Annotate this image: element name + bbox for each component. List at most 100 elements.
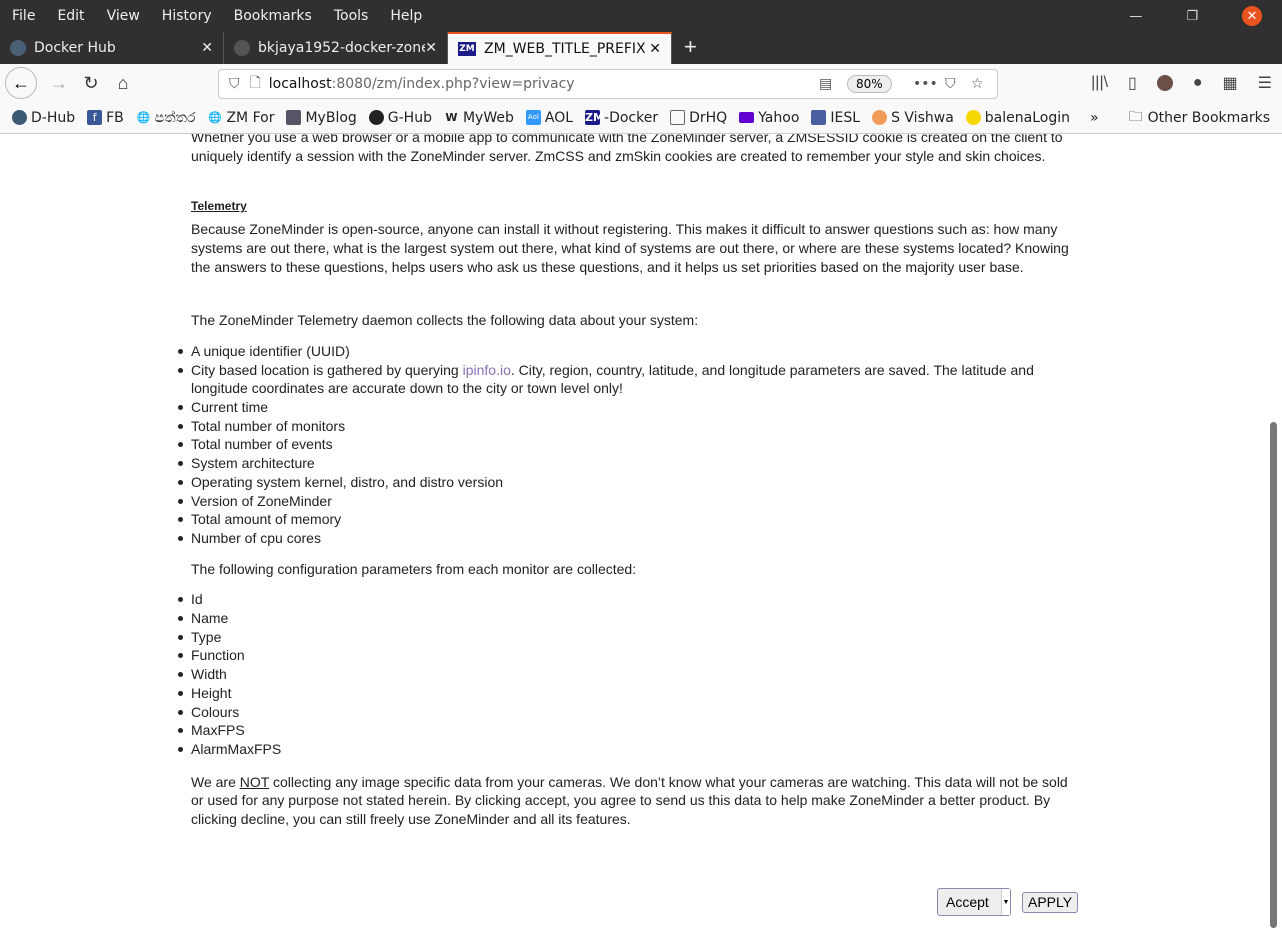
pocket-icon[interactable]: ⛉ xyxy=(945,76,956,92)
list-item: Width xyxy=(178,665,1081,684)
bookmark-myblog[interactable]: MyBlog xyxy=(286,110,357,126)
list-item: Current time xyxy=(178,398,1081,417)
url-bar[interactable]: ⛉ 🗋 localhost:8080/zm/index.php?view=pri… xyxy=(218,69,998,99)
bookmark-aol[interactable]: Aol AOL xyxy=(525,110,573,126)
hamburger-menu-icon[interactable]: ☰ xyxy=(1258,73,1272,93)
back-button[interactable]: ← xyxy=(5,67,37,99)
page-info-icon[interactable]: 🗋 xyxy=(250,72,261,96)
page-content: Whether you use a web browser or a mobil… xyxy=(0,134,1268,931)
bookmark-myweb[interactable]: W MyWeb xyxy=(444,110,513,126)
aol-icon: Aol xyxy=(525,110,541,125)
consent-form: Accept ▼ APPLY xyxy=(937,888,1079,916)
nav-toolbar: ← → ↻ ⌂ ⛉ 🗋 localhost:8080/zm/index.php?… xyxy=(0,64,1282,102)
list-item: Total amount of memory xyxy=(178,510,1081,529)
bookmark-docker[interactable]: ZM -Docker xyxy=(585,110,658,126)
restore-button[interactable]: ❐ xyxy=(1186,9,1198,24)
close-window-button[interactable]: ✕ xyxy=(1242,6,1262,26)
bookmark-yahoo[interactable]: Yahoo xyxy=(739,110,799,126)
github-icon xyxy=(368,110,384,125)
ipinfo-link[interactable]: ipinfo.io xyxy=(463,362,511,378)
list-item: System architecture xyxy=(178,454,1081,473)
list-item: AlarmMaxFPS xyxy=(178,740,1081,759)
bookmark-balenalogin[interactable]: balenaLogin xyxy=(965,110,1070,126)
list-item: Total number of monitors xyxy=(178,417,1081,436)
list-item: City based location is gathered by query… xyxy=(178,361,1081,398)
menu-view[interactable]: View xyxy=(107,8,140,24)
telemetry-paragraph: Because ZoneMinder is open-source, anyon… xyxy=(191,221,1069,275)
menu-history[interactable]: History xyxy=(162,8,212,24)
iesl-icon xyxy=(811,110,827,125)
consent-select[interactable]: Accept ▼ xyxy=(937,888,1011,916)
minimize-button[interactable]: — xyxy=(1129,9,1142,24)
list-item: Function xyxy=(178,646,1081,665)
library-icon[interactable]: |||\ xyxy=(1091,74,1108,92)
reload-button[interactable]: ↻ xyxy=(75,73,107,94)
balena-icon xyxy=(965,110,981,125)
bookmark-d-hub[interactable]: D-Hub xyxy=(12,110,75,126)
list-item: A unique identifier (UUID) xyxy=(178,342,1081,361)
list-item: Name xyxy=(178,609,1081,628)
tab-zoneminder[interactable]: ZMZM_WEB_TITLE_PREFIX - Privacy✕ xyxy=(448,32,672,64)
menu-bookmarks[interactable]: Bookmarks xyxy=(234,8,312,24)
monitor-paragraph: The following configuration parameters f… xyxy=(191,560,637,577)
list-item: Type xyxy=(178,628,1081,647)
close-tab-icon[interactable]: ✕ xyxy=(201,40,213,56)
globe-icon: 🌐 xyxy=(136,111,151,124)
bookmark-drhq[interactable]: DrHQ xyxy=(670,110,727,126)
system-data-list: A unique identifier (UUID) City based lo… xyxy=(178,342,1081,548)
bookmark-s-vishwa[interactable]: S Vishwa xyxy=(872,110,954,126)
bookmark-paththara[interactable]: 🌐 පත්තර xyxy=(136,110,195,126)
chevron-more-icon[interactable]: » xyxy=(1090,110,1099,126)
new-tab-button[interactable]: + xyxy=(672,32,709,64)
daemon-paragraph: The ZoneMinder Telemetry daemon collects… xyxy=(191,312,699,329)
bookmark-iesl[interactable]: IESL xyxy=(811,110,860,126)
shield-icon[interactable]: ⛉ xyxy=(229,76,240,92)
menu-tools[interactable]: Tools xyxy=(334,8,369,24)
globe-icon: 🌐 xyxy=(208,111,222,124)
list-item: Version of ZoneMinder xyxy=(178,492,1081,511)
docker-icon xyxy=(12,110,27,125)
list-item: Number of cpu cores xyxy=(178,529,1081,548)
star-icon[interactable]: ☆ xyxy=(971,76,984,92)
docker-icon xyxy=(10,40,26,56)
list-item: Colours xyxy=(178,703,1081,722)
extension-icon[interactable]: ● xyxy=(1193,74,1203,92)
yahoo-mail-icon xyxy=(739,112,755,123)
home-button[interactable]: ⌂ xyxy=(107,73,139,94)
drhq-icon xyxy=(670,110,686,125)
bookmark-fb[interactable]: f FB xyxy=(87,110,124,126)
tab-docker-hub[interactable]: Docker Hub ✕ xyxy=(0,32,224,64)
zm-icon: ZM xyxy=(585,110,604,125)
tab-bar: Docker Hub✕ bkjaya1952-docker-zoneminder… xyxy=(0,32,1282,64)
disclaimer-paragraph: We are NOT collecting any image specific… xyxy=(191,773,1068,828)
list-item: Id xyxy=(178,590,1081,609)
account-avatar-icon[interactable] xyxy=(1156,75,1173,91)
sidebar-icon[interactable]: ▯ xyxy=(1128,73,1137,93)
facebook-icon: f xyxy=(87,110,103,125)
zm-icon: ZM xyxy=(458,42,476,56)
close-tab-icon[interactable]: ✕ xyxy=(425,40,437,56)
bookmark-zm-for[interactable]: 🌐 ZM For xyxy=(207,110,274,126)
bookmarks-bar: D-Hub f FB 🌐 පත්තර 🌐 ZM For MyBlog G-Hub WM… xyxy=(0,102,1282,134)
tab-github[interactable]: bkjaya1952-docker-zoneminder✕ xyxy=(224,32,448,64)
forward-button[interactable]: → xyxy=(43,73,75,94)
cookies-paragraph: Whether you use a web browser or a mobil… xyxy=(191,134,1063,164)
menu-help[interactable]: Help xyxy=(390,8,422,24)
reader-view-icon[interactable]: ▤ xyxy=(819,76,832,92)
menu-file[interactable]: File xyxy=(12,8,35,24)
other-bookmarks[interactable]: 🗀 Other Bookmarks xyxy=(1129,106,1270,130)
scrollbar-thumb[interactable] xyxy=(1270,422,1277,928)
whats-new-gift-icon[interactable]: ▦ xyxy=(1223,73,1238,93)
list-item: Total number of events xyxy=(178,435,1081,454)
menu-edit[interactable]: Edit xyxy=(57,8,84,24)
s-vishwa-icon xyxy=(872,110,888,125)
w-icon: W xyxy=(445,111,458,124)
page-scrollbar[interactable] xyxy=(1268,134,1280,931)
github-icon xyxy=(234,40,250,56)
apply-button[interactable]: APPLY xyxy=(1022,891,1079,913)
zoom-badge[interactable]: 80% xyxy=(847,75,892,93)
bookmark-g-hub[interactable]: G-Hub xyxy=(368,110,432,126)
close-tab-icon[interactable]: ✕ xyxy=(649,41,661,57)
dropdown-arrow-icon: ▼ xyxy=(1001,889,1010,915)
more-actions-icon[interactable]: ••• xyxy=(913,76,938,92)
